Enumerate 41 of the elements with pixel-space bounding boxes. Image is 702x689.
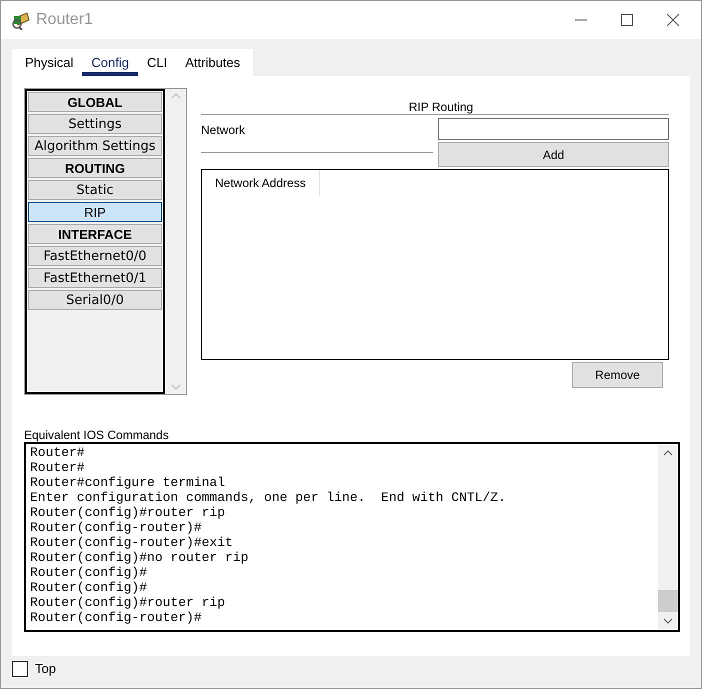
remove-button[interactable]: Remove [572,362,663,388]
terminal-line: Router(config)#router rip [30,595,226,610]
sidebar-item[interactable]: Serial0/0 [28,290,162,310]
section-header[interactable]: GLOBAL [28,92,162,112]
network-input-field[interactable] [438,118,669,140]
sidebar-item[interactable]: Algorithm Settings [28,136,162,156]
section-header[interactable]: ROUTING [28,158,162,178]
window-title: Router1 [36,10,93,30]
sidebar-item[interactable]: FastEthernet0/1 [28,268,162,288]
tab[interactable]: Attributes [176,53,250,76]
terminal-line: Router(config)# [30,580,148,595]
terminal-line: Enter configuration commands, one per line. End with CNTL/Z. [30,490,506,505]
section-title: RIP Routing [201,100,669,115]
tab[interactable]: CLI [138,53,176,76]
sidebar-item[interactable]: RIP [28,202,162,222]
close-icon[interactable] [667,14,679,26]
scroll-thumb[interactable] [658,590,678,612]
terminal-line: Router# [30,445,85,460]
terminal-line: Router# [30,460,85,475]
terminal-line: Router#configure terminal [30,475,226,490]
terminal-line: Router(config)#no router rip [30,550,248,565]
terminal-line: Router(config)#router rip [30,505,226,520]
router-app-icon [11,10,31,30]
tab[interactable]: Physical [16,53,82,76]
top-checkbox[interactable] [12,660,28,677]
terminal-line: Router(config)# [30,565,148,580]
scrollbar[interactable] [658,444,678,630]
sidebar-item[interactable]: Static [28,180,162,200]
section-label: Equivalent IOS Commands [24,428,170,442]
network-label: Network [201,123,246,137]
section-header[interactable]: INTERFACE [28,224,162,244]
terminal-line: Router(config-router)# [30,520,202,535]
add-button[interactable]: Add [438,142,669,167]
terminal-line: Router(config-router)#exit [30,535,233,550]
scroll-down-icon[interactable] [663,618,673,624]
sidebar-item[interactable]: Settings [28,114,162,134]
terminal-line: Router(config-router)# [30,610,202,625]
top-label: Top [35,660,56,678]
scroll-up-icon[interactable] [663,450,673,456]
sidebar-item[interactable]: FastEthernet0/0 [28,246,162,266]
maximize-icon[interactable] [621,14,633,26]
